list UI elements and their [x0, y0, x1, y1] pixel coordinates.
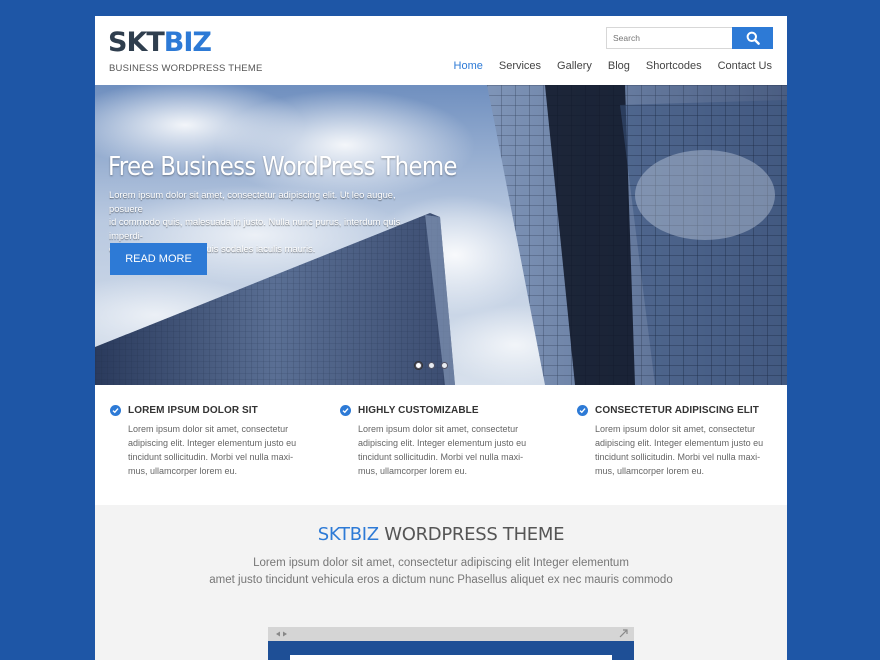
nav-contact-us[interactable]: Contact Us [718, 60, 772, 72]
search-button[interactable] [732, 27, 773, 49]
check-circle-icon [577, 405, 588, 416]
main-nav: Home Services Gallery Blog Shortcodes Co… [438, 60, 772, 72]
feature-text-line: Lorem ipsum dolor sit amet, consectetur [358, 424, 519, 434]
logo-part-dark: SKT [108, 27, 165, 58]
feature-text-line: adipiscing elit. Integer elementum justo… [595, 438, 764, 448]
nav-blog[interactable]: Blog [608, 60, 630, 72]
hero-text-line: Lorem ipsum dolor sit amet, consectetur … [109, 189, 396, 214]
site-logo[interactable]: SKTBIZ [108, 27, 212, 58]
feature-text-line: tincidunt sollicitudin. Morbi vel nulla … [595, 452, 761, 462]
feature-text-line: tincidunt sollicitudin. Morbi vel nulla … [358, 452, 524, 462]
page-container: SKTBIZ BUSINESS WORDPRESS THEME Home Ser… [95, 16, 787, 660]
hero-text-line: id commodo quis, malesuada in justo. Nul… [109, 216, 401, 241]
feature-text: Lorem ipsum dolor sit amet, consectetur … [128, 422, 308, 478]
slider-dot-1[interactable] [415, 362, 422, 369]
check-circle-icon [110, 405, 121, 416]
browser-preview-content [290, 655, 612, 660]
browser-preview-toolbar [268, 627, 634, 641]
feature-text-line: adipiscing elit. Integer elementum justo… [358, 438, 527, 448]
section-text: Lorem ipsum dolor sit amet, consectetur … [95, 555, 787, 589]
feature-text-line: Lorem ipsum dolor sit amet, consectetur [595, 424, 756, 434]
section-title-rest: WORDPRESS THEME [378, 524, 565, 545]
nav-shortcodes[interactable]: Shortcodes [646, 60, 702, 72]
features-section: LOREM IPSUM DOLOR SIT Lorem ipsum dolor … [95, 385, 787, 505]
site-tagline: BUSINESS WORDPRESS THEME [109, 63, 263, 74]
feature-item: HIGHLY CUSTOMIZABLE Lorem ipsum dolor si… [340, 405, 540, 478]
browser-preview-image [268, 627, 634, 660]
feature-text: Lorem ipsum dolor sit amet, consectetur … [358, 422, 538, 478]
feature-title: HIGHLY CUSTOMIZABLE [358, 405, 479, 416]
section-text-line: amet justo tincidunt vehicula eros a dic… [209, 574, 673, 586]
feature-text-line: Lorem ipsum dolor sit amet, consectetur [128, 424, 289, 434]
nav-gallery[interactable]: Gallery [557, 60, 592, 72]
logo-part-blue: BIZ [163, 27, 212, 58]
hero-title: Free Business WordPress Theme [108, 152, 458, 182]
search-form [606, 27, 773, 49]
nav-home[interactable]: Home [454, 60, 483, 72]
section-text-line: Lorem ipsum dolor sit amet, consectetur … [253, 557, 629, 569]
slider-dot-2[interactable] [428, 362, 435, 369]
slider-dot-3[interactable] [441, 362, 448, 369]
site-header: SKTBIZ BUSINESS WORDPRESS THEME Home Ser… [95, 16, 787, 85]
feature-text-line: tincidunt sollicitudin. Morbi vel nulla … [128, 452, 294, 462]
feature-text-line: mus, ullamcorper lorem eu. [128, 466, 238, 476]
check-circle-icon [340, 405, 351, 416]
feature-item: CONSECTETUR ADIPISCING ELIT Lorem ipsum … [577, 405, 777, 478]
browser-controls-icon [276, 629, 628, 638]
feature-text: Lorem ipsum dolor sit amet, consectetur … [595, 422, 775, 478]
theme-intro-section: SKTBIZ WORDPRESS THEME Lorem ipsum dolor… [95, 505, 787, 660]
feature-text-line: adipiscing elit. Integer elementum justo… [128, 438, 297, 448]
feature-item: LOREM IPSUM DOLOR SIT Lorem ipsum dolor … [110, 405, 310, 478]
feature-title: CONSECTETUR ADIPISCING ELIT [595, 405, 760, 416]
section-title-highlight: SKTBIZ [317, 524, 379, 545]
read-more-button[interactable]: READ MORE [110, 243, 207, 275]
search-input[interactable] [606, 27, 732, 49]
feature-text-line: mus, ullamcorper lorem eu. [595, 466, 705, 476]
feature-title: LOREM IPSUM DOLOR SIT [128, 405, 258, 416]
section-title: SKTBIZ WORDPRESS THEME [95, 524, 787, 545]
feature-text-line: mus, ullamcorper lorem eu. [358, 466, 468, 476]
nav-services[interactable]: Services [499, 60, 541, 72]
hero-slider: Free Business WordPress Theme Lorem ipsu… [95, 85, 787, 385]
search-icon [746, 31, 760, 45]
slider-pagination [415, 362, 448, 369]
